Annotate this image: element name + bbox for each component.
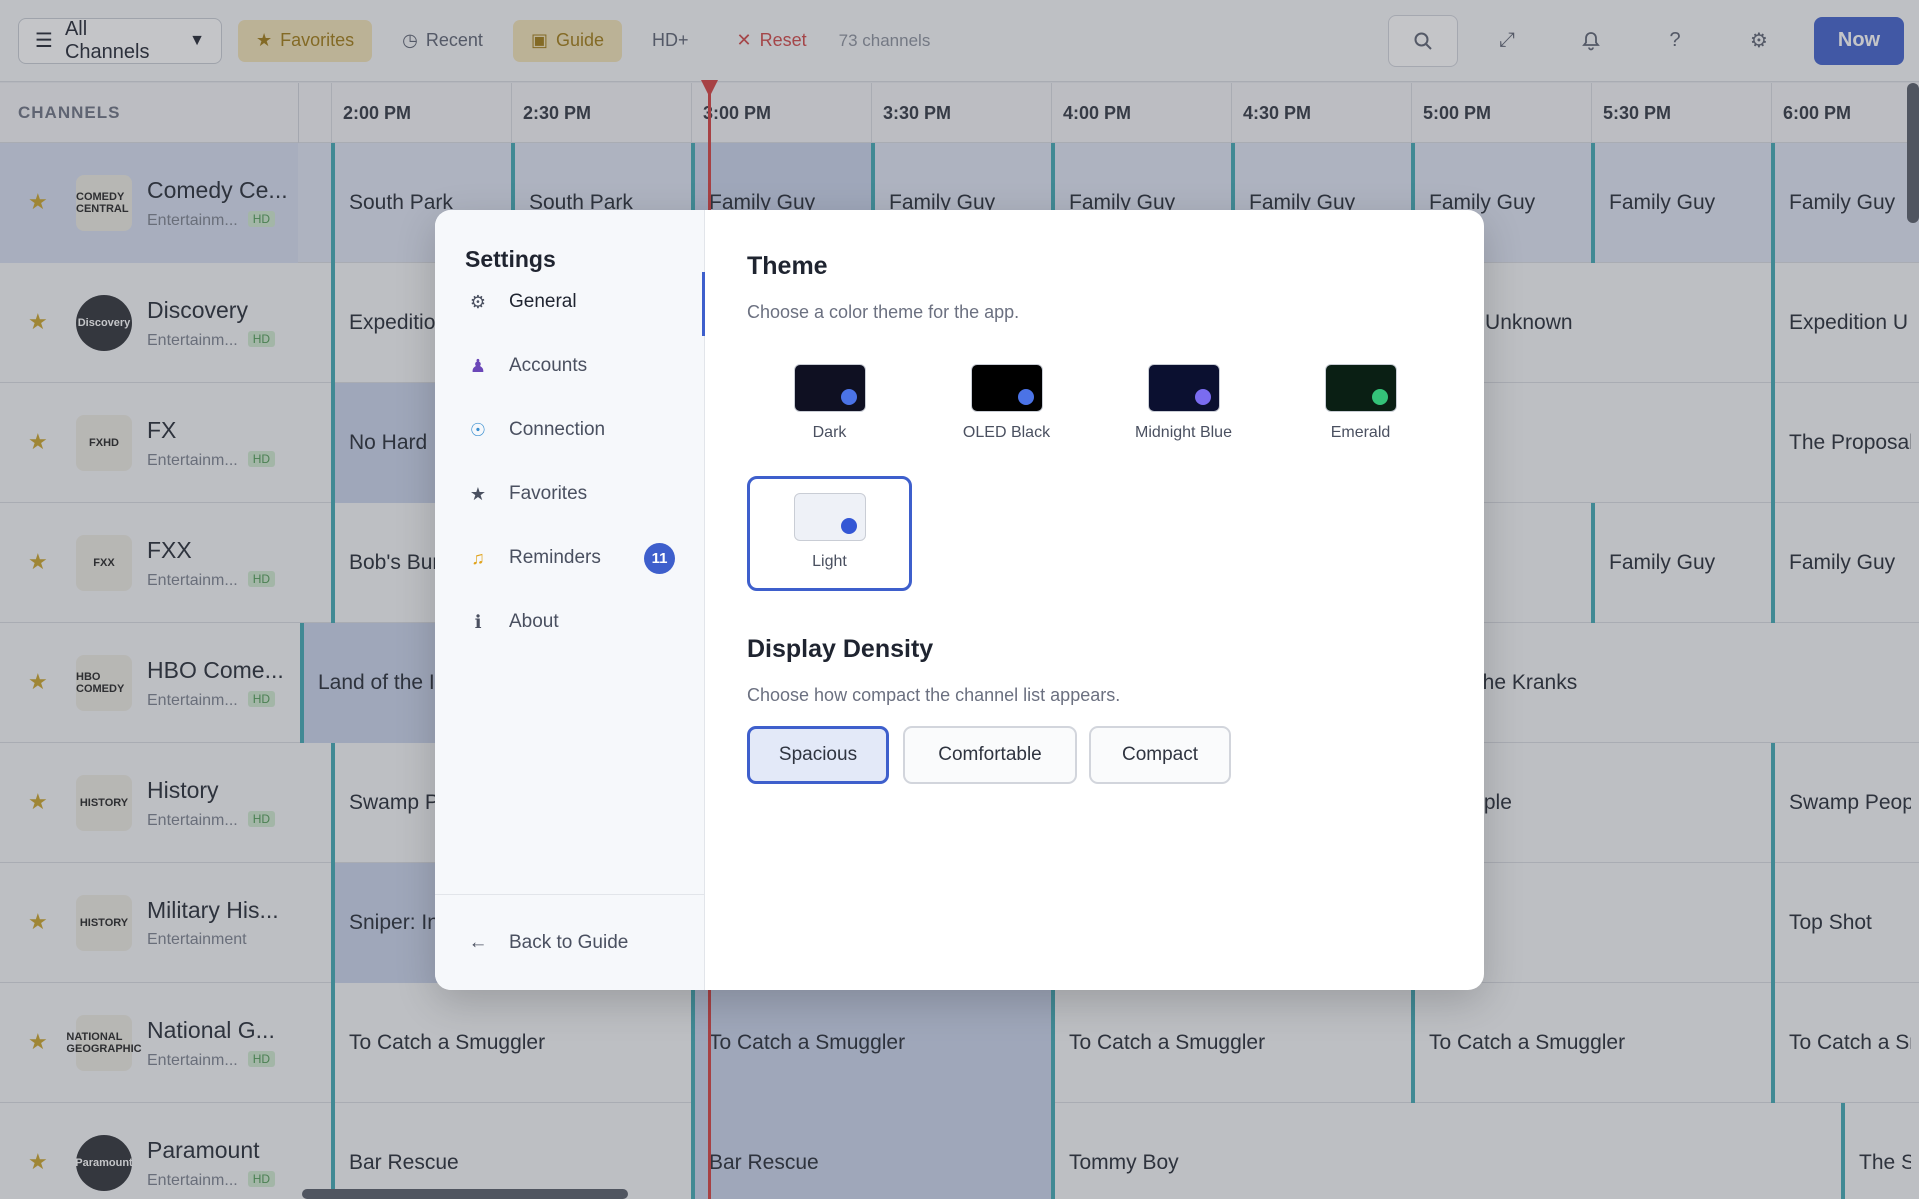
theme-name: Dark: [812, 424, 847, 441]
theme-accent-dot: [1017, 389, 1034, 405]
reminders-count-badge: 11: [644, 542, 675, 574]
theme-swatch: [1324, 364, 1397, 412]
theme-name: Emerald: [1330, 424, 1391, 441]
theme-option-light[interactable]: Light: [747, 476, 912, 591]
info-icon: ℹ: [474, 611, 482, 632]
theme-swatch: [1147, 364, 1220, 412]
density-heading: Display Density: [747, 635, 934, 663]
density-description: Choose how compact the channel list appe…: [747, 685, 1121, 705]
density-option-spacious[interactable]: Spacious: [747, 726, 889, 784]
globe-icon: ☉: [469, 419, 487, 440]
nav-label: Accounts: [509, 355, 588, 376]
user-icon: ♟: [469, 355, 487, 376]
theme-heading: Theme: [747, 252, 828, 280]
arrow-left-icon: ←: [468, 931, 488, 953]
bell-icon: ♫: [471, 547, 485, 568]
density-option-comfortable[interactable]: Comfortable: [903, 726, 1077, 784]
nav-accounts[interactable]: ♟ Accounts: [435, 336, 705, 396]
nav-label: Connection: [509, 419, 606, 440]
theme-accent-dot: [1371, 389, 1388, 405]
theme-name: Midnight Blue: [1135, 424, 1232, 441]
nav-label: Favorites: [509, 483, 588, 504]
nav-reminders[interactable]: ♫ Reminders 11: [435, 528, 705, 588]
settings-title: Settings: [465, 246, 556, 272]
theme-option-emerald[interactable]: Emerald: [1278, 354, 1443, 469]
theme-option-midnight-blue[interactable]: Midnight Blue: [1101, 354, 1266, 469]
theme-accent-dot: [840, 389, 857, 405]
theme-description: Choose a color theme for the app.: [747, 302, 1020, 322]
nav-label: About: [509, 611, 559, 632]
back-label: Back to Guide: [509, 931, 629, 953]
settings-sidebar: Settings ⚙ General ♟ Accounts ☉ Connecti…: [435, 210, 705, 990]
theme-name: OLED Black: [962, 424, 1051, 441]
nav-connection[interactable]: ☉ Connection: [435, 400, 705, 460]
theme-accent-dot: [1194, 389, 1211, 405]
theme-option-dark[interactable]: Dark: [747, 354, 912, 469]
nav-label: Reminders: [509, 547, 601, 568]
theme-swatch: [793, 493, 866, 541]
theme-name: Light: [812, 553, 847, 570]
nav-label: General: [509, 291, 577, 312]
density-option-compact[interactable]: Compact: [1089, 726, 1231, 784]
nav-about[interactable]: ℹ About: [435, 592, 705, 652]
theme-swatch: [970, 364, 1043, 412]
star-icon: ★: [469, 483, 487, 504]
back-to-guide-button[interactable]: ← Back to Guide: [435, 894, 705, 990]
theme-swatch: [793, 364, 866, 412]
theme-option-oled-black[interactable]: OLED Black: [924, 354, 1089, 469]
nav-general[interactable]: ⚙ General: [435, 272, 705, 336]
nav-favorites[interactable]: ★ Favorites: [435, 464, 705, 524]
gear-icon: ⚙: [469, 291, 487, 312]
theme-accent-dot: [840, 518, 857, 534]
settings-modal: Settings ⚙ General ♟ Accounts ☉ Connecti…: [435, 210, 1484, 990]
